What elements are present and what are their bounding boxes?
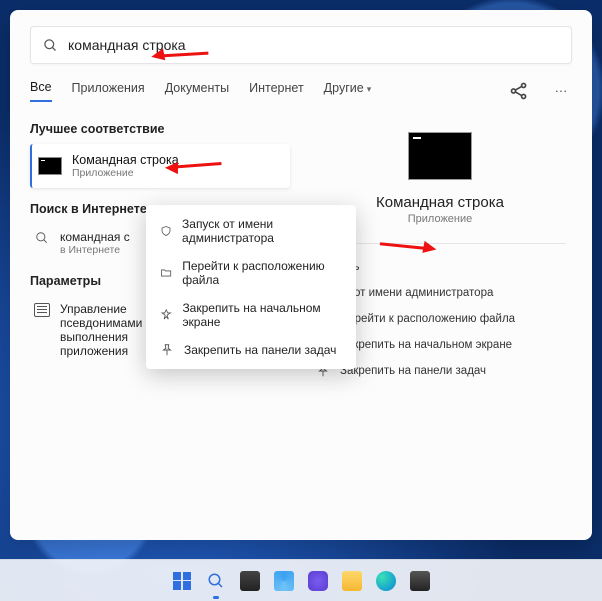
tab-more[interactable]: Другие▾ xyxy=(324,81,372,101)
pin-icon xyxy=(160,308,172,322)
cm-open-location[interactable]: Перейти к расположению файла xyxy=(146,252,356,294)
taskbar xyxy=(0,559,602,601)
tab-apps[interactable]: Приложения xyxy=(72,81,145,101)
settings-result-title: Управление псевдонимами выполнения прило… xyxy=(60,302,160,358)
chevron-down-icon: ▾ xyxy=(367,84,372,94)
tab-all[interactable]: Все xyxy=(30,80,52,102)
store-icon xyxy=(410,571,430,591)
edge[interactable] xyxy=(373,568,399,594)
section-best-match: Лучшее соответствие xyxy=(30,122,290,136)
windows-logo-icon xyxy=(173,572,191,590)
file-explorer[interactable] xyxy=(339,568,365,594)
overflow-icon[interactable]: ··· xyxy=(550,80,572,102)
widgets-icon xyxy=(274,571,294,591)
tab-web[interactable]: Интернет xyxy=(249,81,304,101)
result-title: Командная строка xyxy=(72,153,179,167)
search-panel: Все Приложения Документы Интернет Другие… xyxy=(10,10,592,540)
settings-list-icon xyxy=(34,303,50,317)
search-input[interactable] xyxy=(68,37,559,53)
context-menu: Запуск от имени администратора Перейти к… xyxy=(146,205,356,369)
edge-icon xyxy=(376,571,396,591)
search-icon xyxy=(43,38,58,53)
share-icon[interactable] xyxy=(508,80,530,102)
scope-tabs: Все Приложения Документы Интернет Другие… xyxy=(30,80,572,102)
task-view[interactable] xyxy=(237,568,263,594)
cm-run-admin[interactable]: Запуск от имени администратора xyxy=(146,210,356,252)
task-view-icon xyxy=(240,571,260,591)
folder-icon xyxy=(342,571,362,591)
best-match-result[interactable]: Командная строка Приложение xyxy=(30,144,290,188)
search-icon xyxy=(207,572,225,590)
pin-icon xyxy=(160,343,174,357)
cmd-icon-large xyxy=(408,132,472,180)
search-icon xyxy=(35,231,49,245)
cmd-icon xyxy=(38,157,62,175)
widgets[interactable] xyxy=(271,568,297,594)
chat-icon xyxy=(308,571,328,591)
web-result-title: командная с xyxy=(60,230,130,244)
web-result-subtitle: в Интернете xyxy=(60,244,130,256)
store[interactable] xyxy=(407,568,433,594)
tab-documents[interactable]: Документы xyxy=(165,81,229,101)
cm-pin-start[interactable]: Закрепить на начальном экране xyxy=(146,294,356,336)
shield-icon xyxy=(160,224,172,238)
chat[interactable] xyxy=(305,568,331,594)
folder-icon xyxy=(160,266,172,280)
result-subtitle: Приложение xyxy=(72,167,179,179)
cm-pin-taskbar[interactable]: Закрепить на панели задач xyxy=(146,336,356,364)
start-button[interactable] xyxy=(169,568,195,594)
taskbar-search[interactable] xyxy=(203,568,229,594)
search-box[interactable] xyxy=(30,26,572,64)
